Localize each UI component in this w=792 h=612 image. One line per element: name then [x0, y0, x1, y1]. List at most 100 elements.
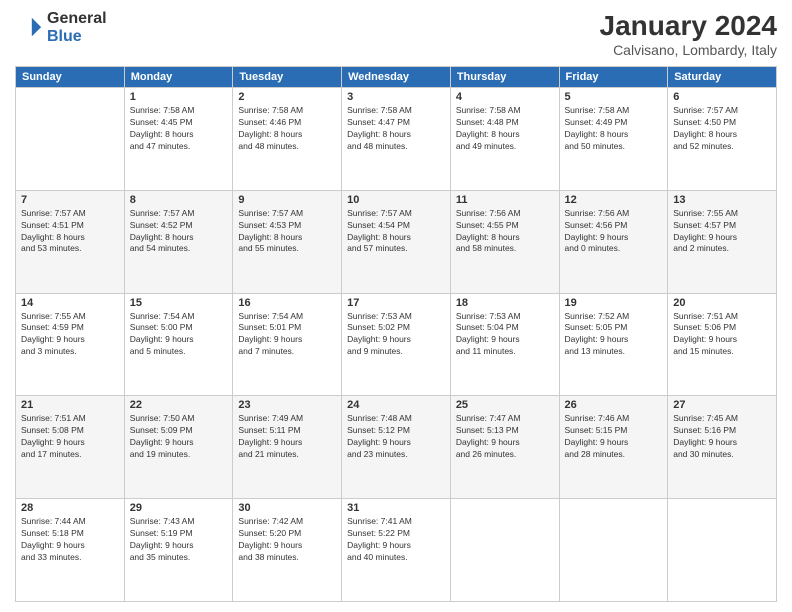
day-info: Sunrise: 7:52 AM Sunset: 5:05 PM Dayligh… [565, 311, 663, 359]
day-number: 23 [238, 399, 336, 411]
header-thursday: Thursday [450, 67, 559, 88]
calendar-cell: 25 Sunrise: 7:47 AM Sunset: 5:13 PM Dayli… [450, 396, 559, 499]
day-info: Sunrise: 7:56 AM Sunset: 4:55 PM Dayligh… [456, 208, 554, 256]
day-info: Sunrise: 7:58 AM Sunset: 4:48 PM Dayligh… [456, 105, 554, 153]
day-info: Sunrise: 7:48 AM Sunset: 5:12 PM Dayligh… [347, 413, 445, 461]
calendar-cell: 17Sunrise: 7:53 AM Sunset: 5:02 PM Dayli… [342, 293, 451, 396]
logo-text: General Blue [47, 10, 107, 46]
day-number: 12 [565, 194, 663, 206]
day-info: Sunrise: 7:57 AM Sunset: 4:51 PM Dayligh… [21, 208, 119, 256]
day-number: 2 [238, 91, 336, 103]
day-info: Sunrise: 7:57 AM Sunset: 4:52 PM Dayligh… [130, 208, 228, 256]
header-monday: Monday [124, 67, 233, 88]
day-number: 7 [21, 194, 119, 206]
header-wednesday: Wednesday [342, 67, 451, 88]
day-number: 21 [21, 399, 119, 411]
day-number: 1 [130, 91, 228, 103]
day-number: 9 [238, 194, 336, 206]
day-info: Sunrise: 7:42 AM Sunset: 5:20 PM Dayligh… [238, 516, 336, 564]
day-number: 4 [456, 91, 554, 103]
day-info: Sunrise: 7:57 AM Sunset: 4:50 PM Dayligh… [673, 105, 771, 153]
day-info: Sunrise: 7:56 AM Sunset: 4:56 PM Dayligh… [565, 208, 663, 256]
day-number: 14 [21, 297, 119, 309]
calendar-header-row: Sunday Monday Tuesday Wednesday Thursday… [16, 67, 777, 88]
calendar-cell: 31Sunrise: 7:41 AM Sunset: 5:22 PM Dayli… [342, 499, 451, 602]
calendar-week-5: 28 Sunrise: 7:44 AM Sunset: 5:18 PM Dayli… [16, 499, 777, 602]
calendar-week-3: 14 Sunrise: 7:55 AM Sunset: 4:59 PM Dayli… [16, 293, 777, 396]
day-info: Sunrise: 7:51 AM Sunset: 5:08 PM Dayligh… [21, 413, 119, 461]
day-info: Sunrise: 7:55 AM Sunset: 4:57 PM Dayligh… [673, 208, 771, 256]
title-section: January 2024 Calvisano, Lombardy, Italy [600, 10, 777, 58]
day-info: Sunrise: 7:57 AM Sunset: 4:54 PM Dayligh… [347, 208, 445, 256]
day-info: Sunrise: 7:58 AM Sunset: 4:45 PM Dayligh… [130, 105, 228, 153]
day-number: 3 [347, 91, 445, 103]
day-number: 20 [673, 297, 771, 309]
calendar: Sunday Monday Tuesday Wednesday Thursday… [15, 66, 777, 602]
day-number: 27 [673, 399, 771, 411]
calendar-cell: 18Sunrise: 7:53 AM Sunset: 5:04 PM Dayli… [450, 293, 559, 396]
day-number: 25 [456, 399, 554, 411]
calendar-cell: 13 Sunrise: 7:55 AM Sunset: 4:57 PM Dayli… [668, 190, 777, 293]
day-info: Sunrise: 7:49 AM Sunset: 5:11 PM Dayligh… [238, 413, 336, 461]
day-info: Sunrise: 7:45 AM Sunset: 5:16 PM Dayligh… [673, 413, 771, 461]
calendar-week-4: 21 Sunrise: 7:51 AM Sunset: 5:08 PM Dayli… [16, 396, 777, 499]
calendar-cell: 20 Sunrise: 7:51 AM Sunset: 5:06 PM Dayli… [668, 293, 777, 396]
calendar-cell: 24 Sunrise: 7:48 AM Sunset: 5:12 PM Dayli… [342, 396, 451, 499]
calendar-cell: 28 Sunrise: 7:44 AM Sunset: 5:18 PM Dayli… [16, 499, 125, 602]
header-tuesday: Tuesday [233, 67, 342, 88]
day-info: Sunrise: 7:50 AM Sunset: 5:09 PM Dayligh… [130, 413, 228, 461]
day-info: Sunrise: 7:44 AM Sunset: 5:18 PM Dayligh… [21, 516, 119, 564]
title-month: January 2024 [600, 10, 777, 42]
page: General Blue January 2024 Calvisano, Lom… [0, 0, 792, 612]
header: General Blue January 2024 Calvisano, Lom… [15, 10, 777, 58]
calendar-cell: 15 Sunrise: 7:54 AM Sunset: 5:00 PM Dayli… [124, 293, 233, 396]
calendar-cell: 1 Sunrise: 7:58 AM Sunset: 4:45 PM Daylig… [124, 88, 233, 191]
day-info: Sunrise: 7:54 AM Sunset: 5:01 PM Dayligh… [238, 311, 336, 359]
calendar-cell: 27 Sunrise: 7:45 AM Sunset: 5:16 PM Dayli… [668, 396, 777, 499]
calendar-cell: 10Sunrise: 7:57 AM Sunset: 4:54 PM Dayli… [342, 190, 451, 293]
day-number: 26 [565, 399, 663, 411]
day-info: Sunrise: 7:55 AM Sunset: 4:59 PM Dayligh… [21, 311, 119, 359]
calendar-cell: 21 Sunrise: 7:51 AM Sunset: 5:08 PM Dayli… [16, 396, 125, 499]
title-location: Calvisano, Lombardy, Italy [600, 42, 777, 58]
logo-icon [15, 14, 43, 42]
day-info: Sunrise: 7:47 AM Sunset: 5:13 PM Dayligh… [456, 413, 554, 461]
calendar-cell: 30Sunrise: 7:42 AM Sunset: 5:20 PM Dayli… [233, 499, 342, 602]
calendar-cell: 4 Sunrise: 7:58 AM Sunset: 4:48 PM Daylig… [450, 88, 559, 191]
calendar-cell: 2 Sunrise: 7:58 AM Sunset: 4:46 PM Daylig… [233, 88, 342, 191]
calendar-cell: 29Sunrise: 7:43 AM Sunset: 5:19 PM Dayli… [124, 499, 233, 602]
day-info: Sunrise: 7:41 AM Sunset: 5:22 PM Dayligh… [347, 516, 445, 564]
day-info: Sunrise: 7:51 AM Sunset: 5:06 PM Dayligh… [673, 311, 771, 359]
calendar-cell [559, 499, 668, 602]
day-info: Sunrise: 7:58 AM Sunset: 4:49 PM Dayligh… [565, 105, 663, 153]
day-info: Sunrise: 7:58 AM Sunset: 4:46 PM Dayligh… [238, 105, 336, 153]
day-number: 29 [130, 502, 228, 514]
calendar-cell [450, 499, 559, 602]
header-sunday: Sunday [16, 67, 125, 88]
day-number: 16 [238, 297, 336, 309]
day-number: 17 [347, 297, 445, 309]
day-number: 18 [456, 297, 554, 309]
day-number: 15 [130, 297, 228, 309]
day-info: Sunrise: 7:54 AM Sunset: 5:00 PM Dayligh… [130, 311, 228, 359]
day-number: 11 [456, 194, 554, 206]
calendar-cell [16, 88, 125, 191]
calendar-cell [668, 499, 777, 602]
day-info: Sunrise: 7:57 AM Sunset: 4:53 PM Dayligh… [238, 208, 336, 256]
calendar-cell: 22Sunrise: 7:50 AM Sunset: 5:09 PM Dayli… [124, 396, 233, 499]
calendar-week-1: 1 Sunrise: 7:58 AM Sunset: 4:45 PM Daylig… [16, 88, 777, 191]
calendar-cell: 6Sunrise: 7:57 AM Sunset: 4:50 PM Daylig… [668, 88, 777, 191]
day-number: 5 [565, 91, 663, 103]
calendar-cell: 12 Sunrise: 7:56 AM Sunset: 4:56 PM Dayli… [559, 190, 668, 293]
day-number: 28 [21, 502, 119, 514]
logo: General Blue [15, 10, 107, 46]
day-number: 13 [673, 194, 771, 206]
calendar-cell: 7 Sunrise: 7:57 AM Sunset: 4:51 PM Daylig… [16, 190, 125, 293]
calendar-cell: 8Sunrise: 7:57 AM Sunset: 4:52 PM Daylig… [124, 190, 233, 293]
calendar-cell: 16 Sunrise: 7:54 AM Sunset: 5:01 PM Dayli… [233, 293, 342, 396]
calendar-cell: 23 Sunrise: 7:49 AM Sunset: 5:11 PM Dayli… [233, 396, 342, 499]
day-number: 24 [347, 399, 445, 411]
calendar-cell: 19Sunrise: 7:52 AM Sunset: 5:05 PM Dayli… [559, 293, 668, 396]
calendar-cell: 11 Sunrise: 7:56 AM Sunset: 4:55 PM Dayli… [450, 190, 559, 293]
day-info: Sunrise: 7:58 AM Sunset: 4:47 PM Dayligh… [347, 105, 445, 153]
